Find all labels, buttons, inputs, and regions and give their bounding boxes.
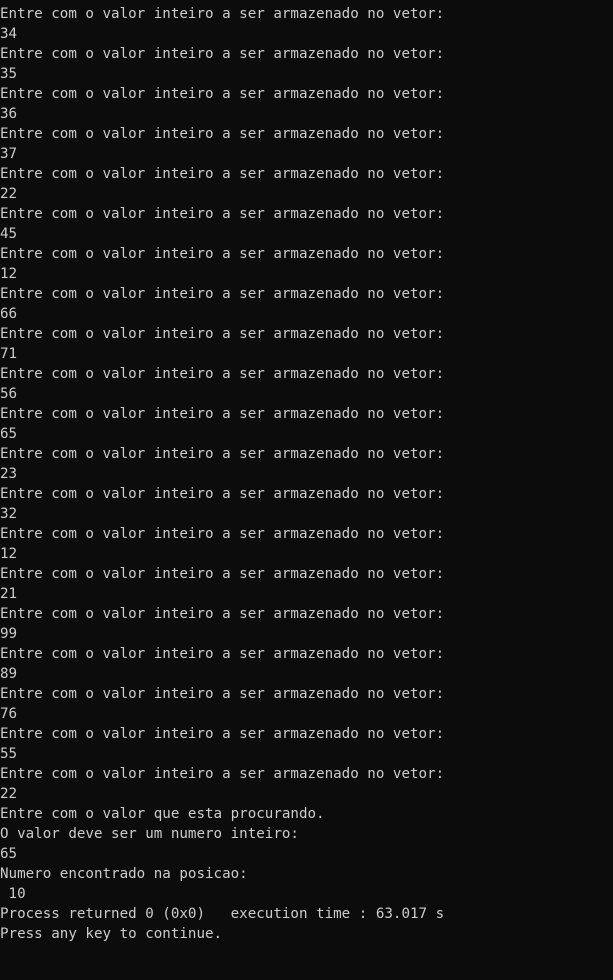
console-output-line: 23 [0,466,18,482]
console-output-line: 12 [0,266,18,282]
console-output-line: 10 [0,886,26,902]
console-output-line: Entre com o valor inteiro a ser armazena… [0,86,445,102]
console-output-line: O valor deve ser um numero inteiro: [0,826,299,842]
console-output-line: Entre com o valor inteiro a ser armazena… [0,366,445,382]
console-window[interactable]: Entre com o valor inteiro a ser armazena… [0,0,613,980]
console-output-line: Entre com o valor inteiro a ser armazena… [0,486,445,502]
console-output-line: 71 [0,346,18,362]
console-output-line: Entre com o valor inteiro a ser armazena… [0,606,445,622]
console-output-line: Entre com o valor inteiro a ser armazena… [0,646,445,662]
console-output-line: Entre com o valor inteiro a ser armazena… [0,566,445,582]
console-output-line: 45 [0,226,18,242]
console-output-line: Entre com o valor inteiro a ser armazena… [0,166,445,182]
console-output-line: Entre com o valor inteiro a ser armazena… [0,686,445,702]
console-output-line: 55 [0,746,18,762]
console-output-line: 89 [0,666,18,682]
console-output-line: Entre com o valor inteiro a ser armazena… [0,6,445,22]
console-output-line: 65 [0,846,18,862]
console-output-line: 22 [0,786,18,802]
console-output-line: 36 [0,106,18,122]
console-output-line: 99 [0,626,18,642]
console-output-line: Entre com o valor inteiro a ser armazena… [0,766,445,782]
console-output-line: Entre com o valor inteiro a ser armazena… [0,406,445,422]
console-output-line: Entre com o valor que esta procurando. [0,806,325,822]
console-output-line: 12 [0,546,18,562]
console-output-line: Entre com o valor inteiro a ser armazena… [0,726,445,742]
console-output-line: 65 [0,426,18,442]
console-output-line: 21 [0,586,18,602]
console-output-line: Entre com o valor inteiro a ser armazena… [0,46,445,62]
console-output-line: 56 [0,386,18,402]
console-output-line: Entre com o valor inteiro a ser armazena… [0,446,445,462]
console-output-line: 66 [0,306,18,322]
console-output-line: Entre com o valor inteiro a ser armazena… [0,206,445,222]
console-output-line: Process returned 0 (0x0) execution time … [0,906,445,922]
console-output-line: 76 [0,706,18,722]
console-output-line: Entre com o valor inteiro a ser armazena… [0,326,445,342]
console-output-line: Press any key to continue. [0,926,223,942]
console-output-line: 32 [0,506,18,522]
console-output-line: Entre com o valor inteiro a ser armazena… [0,126,445,142]
console-output-line: 37 [0,146,18,162]
console-output-line: Numero encontrado na posicao: [0,866,248,882]
console-output-line: 34 [0,26,18,42]
console-output-line: Entre com o valor inteiro a ser armazena… [0,526,445,542]
console-output-line: Entre com o valor inteiro a ser armazena… [0,246,445,262]
console-output-line: Entre com o valor inteiro a ser armazena… [0,286,445,302]
console-output-line: 35 [0,66,18,82]
console-output-line: 22 [0,186,18,202]
